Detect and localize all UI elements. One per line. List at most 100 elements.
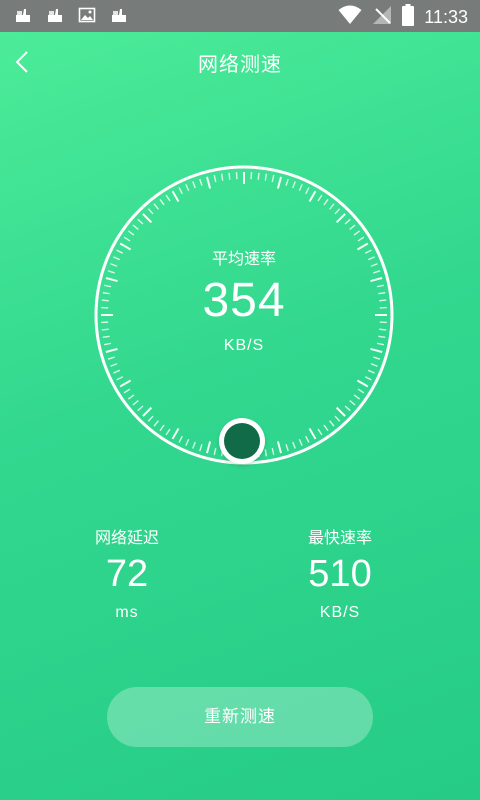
gauge-tick (292, 181, 296, 189)
gauge-tick (159, 424, 165, 432)
gauge-tick (123, 236, 131, 242)
gauge-tick (367, 369, 375, 374)
gauge-tick (213, 447, 217, 456)
gauge-tick (127, 230, 135, 236)
fastest-speed-label: 最快速率 (307, 528, 372, 547)
gauge-tick (185, 438, 190, 446)
gauge-tick (329, 203, 335, 210)
gauge-tick (206, 441, 212, 454)
gauge-tick (323, 424, 329, 432)
gauge-tick (159, 198, 165, 206)
gauge-tick (285, 444, 289, 452)
gauge-tick (153, 203, 159, 210)
gauge-tick (334, 208, 341, 215)
notification-icon (46, 6, 64, 24)
gauge-tick (178, 435, 183, 443)
gauge-tick (165, 428, 171, 436)
gauge-tick (153, 420, 159, 427)
gauge-tick (323, 198, 329, 206)
gauge-tick (192, 441, 196, 449)
fastest-speed-stat: 最快速率 510 KB/S (250, 524, 430, 622)
gauge-tick (353, 230, 361, 236)
gauge-tick (308, 190, 317, 203)
gauge-tick (357, 236, 365, 242)
gauge-tick (285, 178, 289, 186)
speed-gauge: 平均速率 354 KB/S (94, 165, 394, 465)
gauge-tick (298, 184, 303, 192)
gauge-tick (220, 173, 224, 181)
gauge-tick (344, 218, 351, 225)
gauge-tick (276, 176, 282, 189)
gauge-tick (271, 174, 275, 183)
gauge-tick (147, 415, 154, 422)
gauge-tick (305, 435, 310, 443)
gauge-tick (373, 356, 381, 360)
gauge-tick (308, 427, 317, 440)
wifi-icon (338, 5, 362, 29)
retest-button[interactable]: 重新测速 (107, 687, 373, 747)
gauge-tick (185, 184, 190, 192)
gauge-tick (264, 449, 268, 457)
average-speed-value: 354 (202, 274, 286, 327)
gauge-tick (213, 174, 217, 183)
gauge-tick (357, 388, 365, 394)
gauge-tick (199, 178, 203, 186)
latency-stat: 网络延迟 72 ms (37, 524, 217, 622)
gauge-tick (335, 406, 346, 417)
latency-unit: ms (115, 604, 139, 621)
gauge-tick (353, 394, 361, 400)
gauge-tick (119, 379, 132, 388)
speed-test-screen: 11:33 网络测速 平均速率 354 KB/S 网络延迟 72 ms 最快速率 (0, 0, 480, 800)
app-header: 网络测速 (0, 32, 480, 92)
gauge-tick (127, 394, 135, 400)
gauge-tick (334, 415, 341, 422)
gauge-tick (142, 406, 153, 417)
fastest-speed-value: 510 (308, 553, 372, 595)
gauge-tick (110, 363, 118, 367)
gauge-tick (349, 224, 356, 230)
gauge-tick (317, 194, 323, 202)
page-title: 网络测速 (198, 52, 282, 76)
gauge-tick (228, 172, 231, 180)
no-signal-icon (372, 5, 392, 29)
status-bar: 11:33 (0, 0, 480, 32)
fastest-speed-unit: KB/S (319, 604, 361, 621)
image-icon (78, 6, 96, 24)
gauge-tick (113, 369, 121, 374)
gauge-tick (199, 444, 203, 452)
gauge-tick (335, 213, 346, 224)
gauge-tick (298, 438, 303, 446)
gauge-tick (364, 376, 372, 381)
status-bar-notifications (14, 6, 128, 24)
gauge-tick (178, 187, 183, 195)
gauge-tick (192, 181, 196, 189)
gauge-tick (329, 420, 335, 427)
notification-icon (110, 6, 128, 24)
gauge-tick (356, 379, 369, 388)
gauge-tick (171, 190, 180, 203)
gauge-tick (276, 441, 282, 454)
latency-label: 网络延迟 (94, 528, 159, 547)
gauge-tick (264, 173, 268, 181)
battery-icon (402, 4, 415, 30)
gauge-tick (107, 356, 115, 360)
gauge-tick (257, 172, 260, 180)
gauge-tick (171, 427, 180, 440)
notification-icon (14, 6, 32, 24)
gauge-tick (137, 218, 144, 225)
gauge-tick (344, 405, 351, 412)
gauge-tick (305, 187, 310, 195)
gauge-tick (132, 224, 139, 230)
gauge-tick (123, 388, 131, 394)
gauge-tick (147, 208, 154, 215)
gauge-tick (116, 376, 124, 381)
gauge-tick (206, 176, 212, 189)
gauge-knob[interactable] (219, 418, 265, 464)
average-speed-label: 平均速率 (211, 249, 276, 268)
gauge-tick (137, 405, 144, 412)
gauge-tick (142, 213, 153, 224)
gauge-tick (379, 328, 387, 331)
gauge-tick (292, 441, 296, 449)
gauge-tick (317, 428, 323, 436)
latency-value: 72 (105, 553, 149, 595)
